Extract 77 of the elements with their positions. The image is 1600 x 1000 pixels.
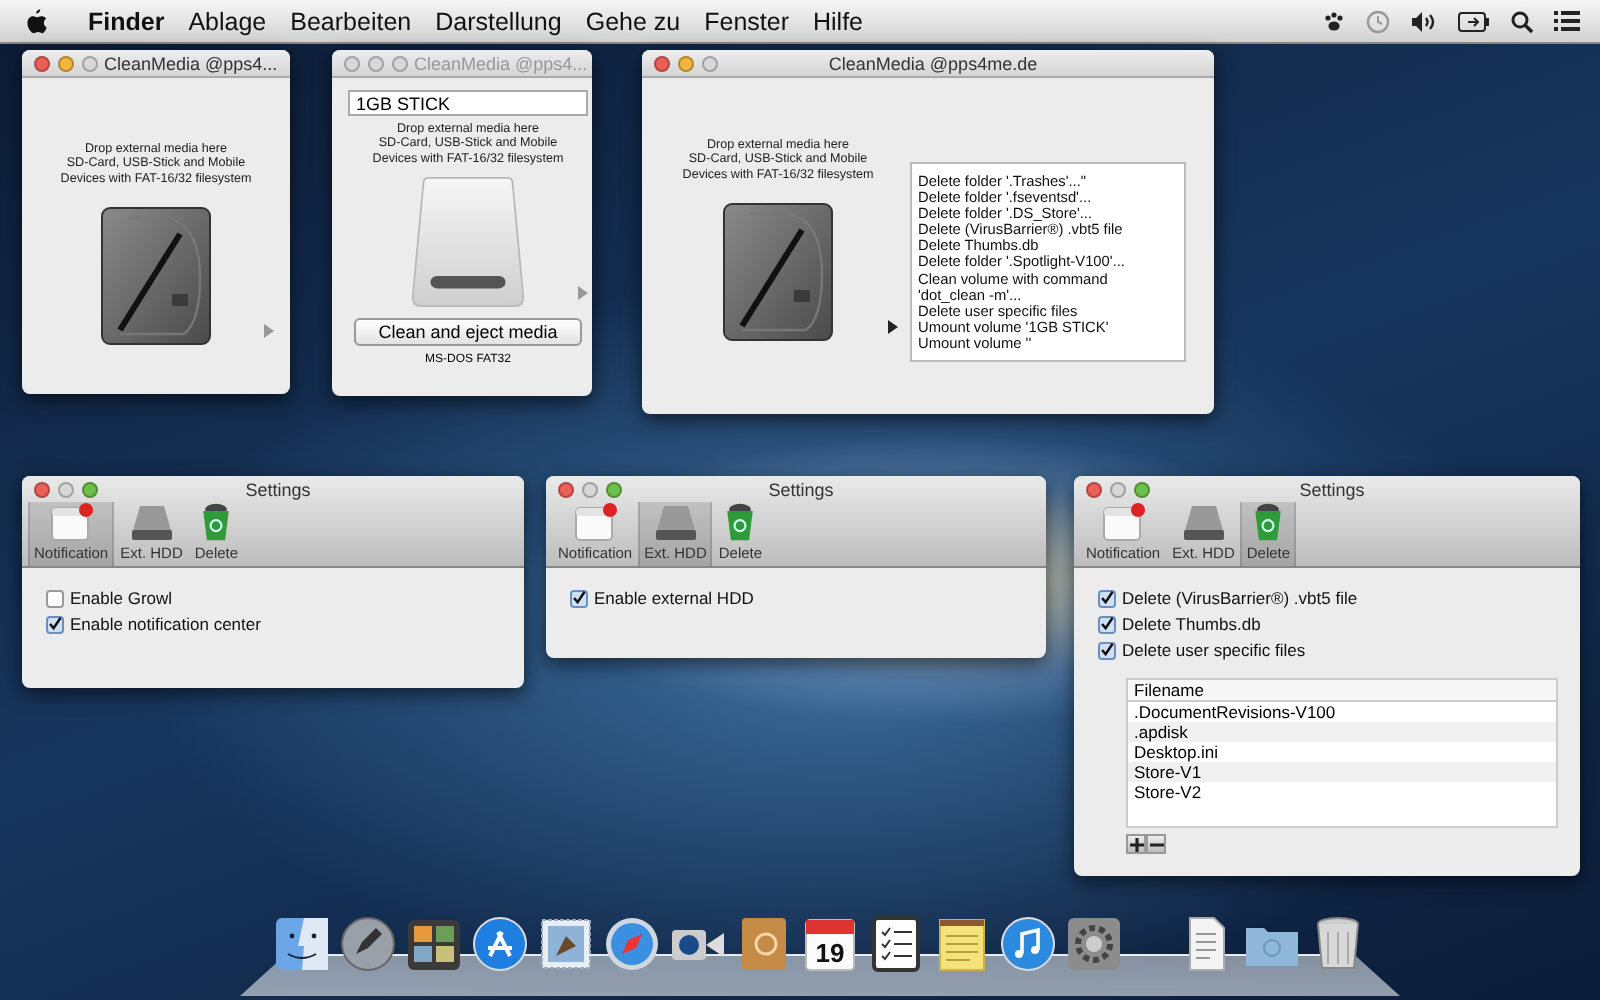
checkbox[interactable] <box>46 589 64 607</box>
music-note-icon[interactable] <box>1000 916 1056 972</box>
add-button[interactable] <box>1126 834 1146 854</box>
column-header[interactable]: Filename <box>1128 680 1556 702</box>
gear-icon[interactable] <box>1066 916 1122 972</box>
trash-icon <box>1250 502 1287 542</box>
address-book-icon[interactable] <box>736 916 792 972</box>
volume-name-field[interactable]: 1GB STICK <box>348 90 588 116</box>
trash-icon <box>198 502 235 542</box>
table-cell-text: .apdisk <box>1132 722 1190 742</box>
checkbox-label: Enable notification center <box>70 614 261 634</box>
remove-button[interactable] <box>1146 834 1166 854</box>
close-button[interactable] <box>558 481 574 497</box>
window-title: CleanMedia @pps4... <box>104 53 280 73</box>
hard-drive-icon <box>1181 502 1226 542</box>
window-title: Settings <box>766 479 836 499</box>
window-title: Settings <box>1297 479 1367 499</box>
table-cell-text: Desktop.ini <box>1132 742 1221 762</box>
close-button[interactable] <box>1086 481 1102 497</box>
hard-drive-icon <box>129 502 174 542</box>
checkbox-label: Delete Thumbs.db <box>1122 614 1261 634</box>
menu-item[interactable]: Fenster <box>704 7 789 35</box>
calendar-icon[interactable]: 19 <box>802 916 858 972</box>
close-button[interactable] <box>654 55 670 71</box>
checkbox[interactable] <box>1098 589 1116 607</box>
checklist-icon[interactable] <box>868 916 924 972</box>
apple-logo-icon[interactable] <box>24 7 48 35</box>
battery-icon[interactable] <box>1458 11 1490 31</box>
notification-icon <box>49 502 94 542</box>
checkbox-label: Delete (VirusBarrier®) .vbt5 file <box>1122 588 1358 608</box>
checkbox[interactable] <box>46 615 64 633</box>
compass-icon[interactable] <box>604 916 660 972</box>
zoom-button[interactable] <box>82 481 98 497</box>
hard-drive-icon <box>722 201 834 342</box>
hard-drive-icon <box>100 205 212 346</box>
paw-icon[interactable] <box>1322 9 1346 33</box>
menu-item[interactable]: Bearbeiten <box>290 7 412 35</box>
checkbox-label: Delete user specific files <box>1122 640 1306 660</box>
table-cell-text: Store-V1 <box>1132 762 1204 782</box>
notification-icon <box>573 502 618 542</box>
table-cell-text: Store-V2 <box>1132 782 1204 802</box>
checkbox-label: Enable Growl <box>70 588 173 608</box>
close-button[interactable] <box>34 55 50 71</box>
menu-item[interactable]: Finder <box>88 7 165 35</box>
menu-item[interactable]: Hilfe <box>813 7 864 35</box>
speaker-icon[interactable] <box>1410 9 1438 33</box>
plus-icon <box>1129 837 1143 851</box>
window-title: Settings <box>243 479 313 499</box>
triangle-icon[interactable] <box>888 319 898 334</box>
hard-drive-icon <box>653 502 698 542</box>
app-store-icon[interactable] <box>472 916 528 972</box>
search-icon[interactable] <box>1510 9 1534 33</box>
close-button[interactable] <box>34 481 50 497</box>
menu-item[interactable]: Gehe zu <box>585 7 681 35</box>
window-title: CleanMedia @pps4... <box>414 53 590 73</box>
calendar-day: 19 <box>815 938 845 968</box>
minus-icon <box>1149 837 1163 851</box>
checkbox[interactable] <box>570 589 588 607</box>
zoom-button[interactable] <box>1134 481 1150 497</box>
zoom-button[interactable] <box>606 481 622 497</box>
minimize-button[interactable] <box>58 55 74 71</box>
window-title: CleanMedia @pps4me.de <box>826 53 1040 73</box>
trash-icon <box>722 502 759 542</box>
photo-grid-icon[interactable] <box>406 916 462 972</box>
checkbox-label: Enable external HDD <box>594 588 754 608</box>
checkbox[interactable] <box>1098 615 1116 633</box>
stamp-icon[interactable] <box>538 916 594 972</box>
clean-eject-button[interactable]: Clean and eject media <box>354 317 582 346</box>
checkbox[interactable] <box>1098 641 1116 659</box>
menu-item[interactable]: Ablage <box>188 7 267 35</box>
list-icon[interactable] <box>1554 10 1580 32</box>
finder-face-icon[interactable] <box>274 916 330 972</box>
notepad-icon[interactable] <box>934 916 990 972</box>
notification-icon <box>1101 502 1146 542</box>
minimize-button[interactable] <box>678 55 694 71</box>
table-cell-text: .DocumentRevisions-V100 <box>1132 702 1338 722</box>
menu-item[interactable]: Darstellung <box>435 7 562 35</box>
